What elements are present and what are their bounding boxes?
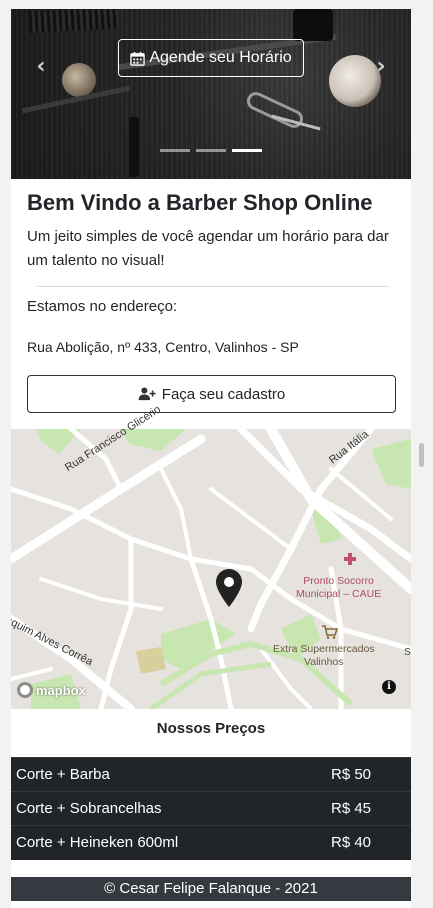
table-row: Corte + Sobrancelhas R$ 45 [11, 791, 411, 826]
carousel-indicator-2[interactable] [196, 149, 226, 152]
user-plus-icon [138, 387, 156, 401]
address-text: Rua Abolição, nº 433, Centro, Valinhos -… [27, 339, 299, 355]
address-label: Estamos no endereço: [27, 298, 178, 315]
service-price: R$ 45 [331, 791, 411, 826]
main-card: ‹ › Agende seu Horário Bem Vindo a Barbe… [11, 9, 411, 908]
map-poi-hospital-line2: Municipal – CAUE [296, 588, 382, 600]
welcome-title: Bem Vindo a Barber Shop Online [27, 190, 373, 215]
map-poi-hospital: Pronto Socorro Municipal – CAUE [296, 575, 381, 601]
schedule-button-label: Agende seu Horário [149, 49, 292, 66]
carousel-prev-arrow[interactable]: ‹ [31, 55, 51, 79]
prices-table: Corte + Barba R$ 50 Corte + Sobrancelhas… [11, 757, 411, 860]
calendar-icon [130, 51, 146, 66]
service-name: Corte + Sobrancelhas [11, 791, 331, 826]
schedule-appointment-button[interactable]: Agende seu Horário [118, 39, 304, 77]
mapbox-logo[interactable]: mapbox [17, 682, 86, 698]
service-price: R$ 50 [331, 757, 411, 792]
mapbox-logo-text: mapbox [36, 682, 86, 698]
service-name: Corte + Heineken 600ml [11, 825, 331, 860]
hero-carousel[interactable]: ‹ › Agende seu Horário [11, 9, 411, 179]
carousel-indicators [160, 149, 262, 152]
carousel-next-arrow[interactable]: › [371, 55, 391, 79]
register-button[interactable]: Faça seu cadastro [27, 375, 396, 413]
divider [37, 286, 389, 287]
carousel-indicator-1[interactable] [160, 149, 190, 152]
map-poi-supermarket-line1: Extra Supermercados [273, 643, 375, 655]
table-row: Corte + Heineken 600ml R$ 40 [11, 825, 411, 860]
map-info-icon[interactable]: i [382, 680, 396, 694]
mapbox-logo-icon [17, 682, 33, 698]
service-name: Corte + Barba [11, 757, 331, 792]
page: ‹ › Agende seu Horário Bem Vindo a Barbe… [0, 0, 433, 908]
map-poi-supermarket: Extra Supermercados Valinhos [273, 643, 375, 669]
carousel-indicator-3[interactable] [232, 149, 262, 152]
map-poi-supermarket-line2: Valinhos [304, 656, 344, 668]
map-poi-hospital-line1: Pronto Socorro [303, 575, 374, 587]
service-price: R$ 40 [331, 825, 411, 860]
clipper-graphic [293, 9, 333, 41]
prices-title: Nossos Preços [156, 720, 266, 737]
bottle-graphic [62, 63, 96, 97]
register-button-label: Faça seu cadastro [161, 385, 286, 403]
table-row: Corte + Barba R$ 50 [11, 757, 411, 792]
map-marker-icon[interactable] [216, 569, 242, 607]
scrollbar-thumb[interactable] [419, 443, 424, 467]
welcome-text: Um jeito simples de você agendar um horá… [27, 228, 389, 269]
map-edge-label: S [404, 647, 411, 658]
footer: © Cesar Felipe Falanque - 2021 [11, 877, 411, 901]
razor-graphic [129, 117, 139, 177]
